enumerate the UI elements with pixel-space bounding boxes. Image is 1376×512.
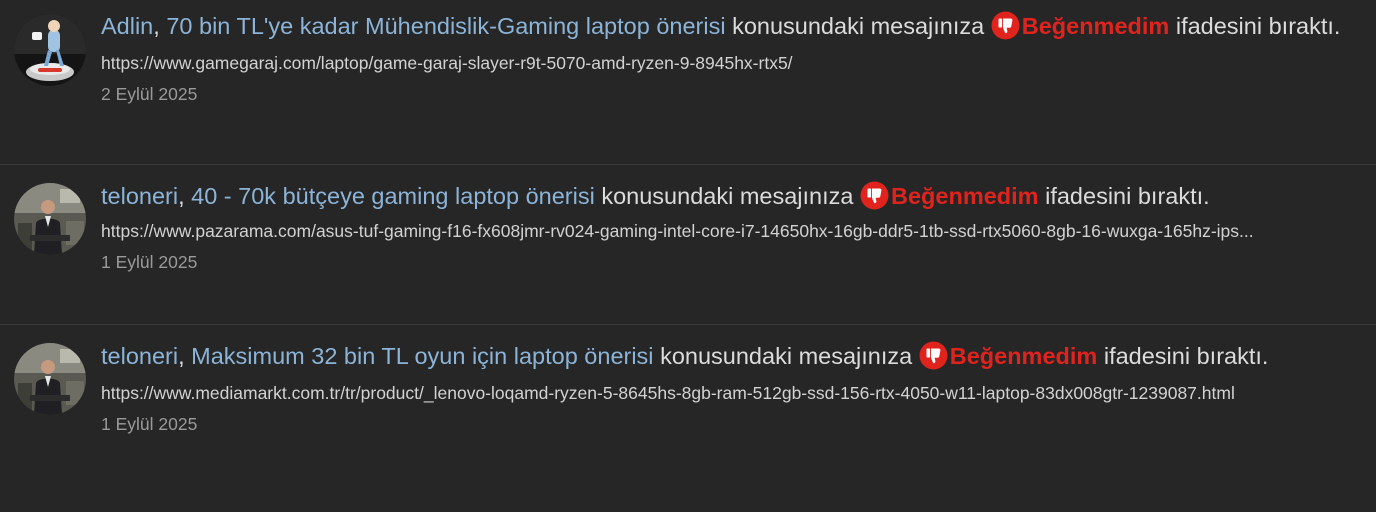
alert-middle-text: konusundaki mesajınıza (725, 13, 991, 39)
separator: , (178, 343, 192, 369)
alert-date[interactable]: 2 Eylül 2025 (101, 80, 1356, 108)
alert-snippet: https://www.pazarama.com/asus-tuf-gaming… (101, 221, 1254, 241)
avatar-image (14, 14, 86, 86)
alert-date[interactable]: 1 Eylül 2025 (101, 410, 1356, 438)
alert-body: Adlin, 70 bin TL'ye kadar Mühendislik-Ga… (101, 8, 1356, 108)
alert-end-text: ifadesini bıraktı. (1097, 343, 1269, 369)
user-link[interactable]: teloneri (101, 183, 178, 209)
avatar[interactable] (14, 14, 86, 86)
reaction-label: Beğenmedim (1021, 13, 1170, 39)
alert-end-text: ifadesini bıraktı. (1169, 13, 1341, 39)
avatar-image (14, 183, 86, 255)
avatar-image (14, 343, 86, 415)
thread-link[interactable]: 40 - 70k bütçeye gaming laptop önerisi (191, 183, 595, 209)
separator: , (178, 183, 192, 209)
avatar[interactable] (14, 183, 86, 255)
alert-text: teloneri, Maksimum 32 bin TL oyun için l… (101, 338, 1356, 374)
thumbs-down-icon (991, 11, 1020, 40)
thumbs-down-icon (919, 341, 948, 370)
alert-text: teloneri, 40 - 70k bütçeye gaming laptop… (101, 178, 1356, 214)
reaction-label: Beğenmedim (891, 183, 1039, 209)
alert-snippet: https://www.gamegaraj.com/laptop/game-ga… (101, 53, 793, 73)
alert-middle-text: konusundaki mesajınıza (594, 183, 860, 209)
alert-body: teloneri, Maksimum 32 bin TL oyun için l… (101, 338, 1356, 438)
alert-body: teloneri, 40 - 70k bütçeye gaming laptop… (101, 178, 1356, 276)
separator: , (153, 13, 167, 39)
user-link[interactable]: teloneri (101, 343, 178, 369)
alert-snippet: https://www.mediamarkt.com.tr/tr/product… (101, 383, 1235, 403)
avatar[interactable] (14, 343, 86, 415)
alert-date[interactable]: 1 Eylül 2025 (101, 248, 1356, 276)
reaction-label: Beğenmedim (949, 343, 1098, 369)
thread-link[interactable]: 70 bin TL'ye kadar Mühendislik-Gaming la… (166, 13, 725, 39)
alert-item: teloneri, Maksimum 32 bin TL oyun için l… (0, 325, 1376, 512)
alert-item: teloneri, 40 - 70k bütçeye gaming laptop… (0, 165, 1376, 325)
thumbs-down-icon (860, 181, 889, 210)
user-link[interactable]: Adlin (101, 13, 153, 39)
alert-item: Adlin, 70 bin TL'ye kadar Mühendislik-Ga… (0, 0, 1376, 165)
alert-end-text: ifadesini bıraktı. (1038, 183, 1210, 209)
alert-text: Adlin, 70 bin TL'ye kadar Mühendislik-Ga… (101, 8, 1356, 44)
alerts-list: Adlin, 70 bin TL'ye kadar Mühendislik-Ga… (0, 0, 1376, 512)
thread-link[interactable]: Maksimum 32 bin TL oyun için laptop öner… (191, 343, 653, 369)
alert-middle-text: konusundaki mesajınıza (653, 343, 919, 369)
